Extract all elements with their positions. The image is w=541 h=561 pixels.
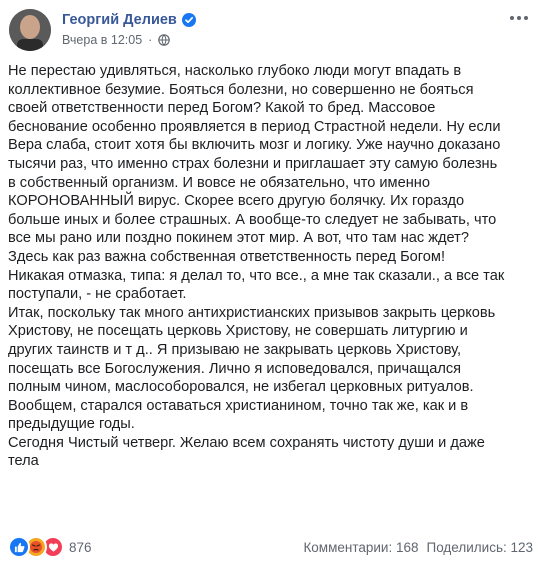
post-line: своей ответственности перед Богом? Какой…: [8, 100, 436, 117]
post-line: Итак, поскольку так много антихристианск…: [8, 304, 496, 321]
post-meta: Вчера в 12:05 ·: [62, 33, 171, 47]
post-line: Сегодня Чистый четверг. Желаю всем сохра…: [8, 434, 485, 451]
post-line: тела: [8, 453, 39, 470]
post-line: коллективное безумие. Бояться болезни, н…: [8, 81, 474, 98]
post-line: Христову, не посещать церковь Христову, …: [8, 323, 468, 340]
post-line: беснование особенно проявляется в период…: [8, 118, 501, 135]
shares-count[interactable]: Поделились: 123: [427, 540, 534, 555]
post-line: в собственный организм. И вовсе не обяза…: [8, 174, 430, 191]
post-line: предыдущие годы.: [8, 416, 135, 433]
post-line: посещать все Богослужения. Лично я испов…: [8, 360, 462, 377]
engagement-stats: Комментарии: 168 Поделились: 123: [303, 540, 533, 555]
post-line: поступали, - не сработает.: [8, 286, 187, 303]
comments-count[interactable]: Комментарии: 168: [303, 540, 418, 555]
reactions-count[interactable]: 876: [69, 540, 92, 555]
post-line: больше иных и более страшных. А вообще-т…: [8, 211, 497, 228]
post-line: Вообщем, старался оставаться христианино…: [8, 397, 469, 414]
post-line: Здесь как раз важна собственная ответств…: [8, 248, 446, 265]
post-line: тысячи раз, что именно страх болезни и п…: [8, 155, 498, 172]
author-name-row: Георгий Делиев: [62, 12, 196, 28]
post-line: Вера слаба, стоит хотя бы включить мозг …: [8, 137, 501, 154]
post-line: все мы рано или поздно покинем этот мир.…: [8, 230, 469, 247]
verified-badge-icon: [181, 13, 196, 27]
post-line: КОРОНОВАННЫЙ вирус. Скорее всего другую …: [8, 193, 465, 210]
post-line: Никакая отмазка, типа: я делал то, что в…: [8, 267, 505, 284]
post-header: Георгий Делиев Вчера в 12:05 ·: [0, 0, 541, 62]
meta-separator: ·: [148, 33, 153, 47]
globe-icon[interactable]: [158, 34, 171, 46]
post-footer: 876 Комментарии: 168 Поделились: 123: [0, 532, 541, 561]
reactions-summary[interactable]: 876: [8, 536, 92, 558]
post-line: полным чином, маслособоровался, не избег…: [8, 379, 474, 396]
like-reaction-icon: [8, 536, 30, 558]
post-timestamp[interactable]: Вчера в 12:05: [62, 33, 142, 47]
author-avatar[interactable]: [9, 9, 51, 51]
post-text: Не перестаю удивляться, насколько глубок…: [8, 62, 533, 471]
author-name[interactable]: Георгий Делиев: [62, 12, 177, 28]
post-line: Не перестаю удивляться, насколько глубок…: [8, 63, 462, 79]
more-options-icon[interactable]: [509, 12, 529, 24]
post-line: других таинств и т д.. Я призываю не зак…: [8, 341, 462, 358]
